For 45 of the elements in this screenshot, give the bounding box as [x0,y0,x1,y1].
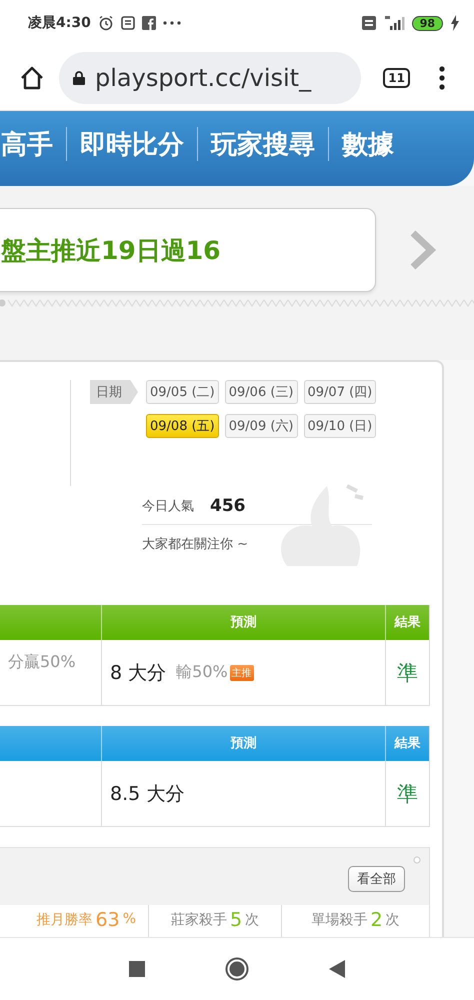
nav-link[interactable]: 玩家搜尋 [211,127,315,162]
date-button[interactable]: 09/08 (五) [146,414,219,438]
alarm-icon [98,15,114,31]
battery-icon: 98 [412,16,443,30]
prediction-value: 8 大分 [110,660,166,686]
menu-icon[interactable] [438,66,446,90]
column-header: 預測 [101,726,385,761]
back-icon[interactable] [329,960,345,978]
url-text: playsport.cc/visit_ [95,64,312,92]
column-header: 結果 [385,605,429,640]
home-button-icon[interactable] [225,957,249,981]
column-header: 預測 [101,605,385,640]
date-button[interactable]: 09/06 (三) [224,380,298,404]
date-label: 日期 [90,380,138,404]
nav-link[interactable]: 即時比分 [80,127,184,162]
status-time: 凌晨4:30 [28,14,91,32]
date-button[interactable]: 09/07 (四) [304,380,376,404]
popularity-note: 大家都在關注你 ~ [142,536,250,553]
table-cell: 分贏50% [8,652,76,671]
odds-text: 輸50% [176,662,228,683]
address-bar[interactable]: playsport.cc/visit_ [59,52,362,104]
nav-link[interactable]: 數據 [342,127,394,162]
stat-text: 推月勝率 63% [36,908,137,933]
popularity-label: 今日人氣 [142,498,194,515]
home-icon[interactable] [19,65,45,91]
prediction-value: 8.5 大分 [110,782,184,806]
nav-link[interactable]: 高手 [1,127,53,162]
lock-icon [73,71,85,85]
dot-icon [413,856,421,864]
tab-count-button[interactable]: 11 [383,68,410,88]
facebook-icon [142,16,156,30]
result-text: 準 [397,660,418,686]
date-button[interactable]: 09/05 (二) [146,380,219,404]
banner-headline[interactable]: 盤主推近19日過16 [1,234,221,266]
note-icon [120,16,135,30]
view-all-button[interactable]: 看全部 [348,866,405,892]
date-button[interactable]: 09/09 (六) [224,414,298,438]
popularity-count: 456 [210,496,246,516]
more-notifications-icon [162,21,181,25]
charging-icon [450,15,460,31]
signal-icon [382,15,405,31]
result-text: 準 [397,780,418,808]
column-header: 結果 [385,726,429,761]
main-pick-badge: 主推 [230,664,254,680]
date-button[interactable]: 09/10 (日) [304,414,376,438]
